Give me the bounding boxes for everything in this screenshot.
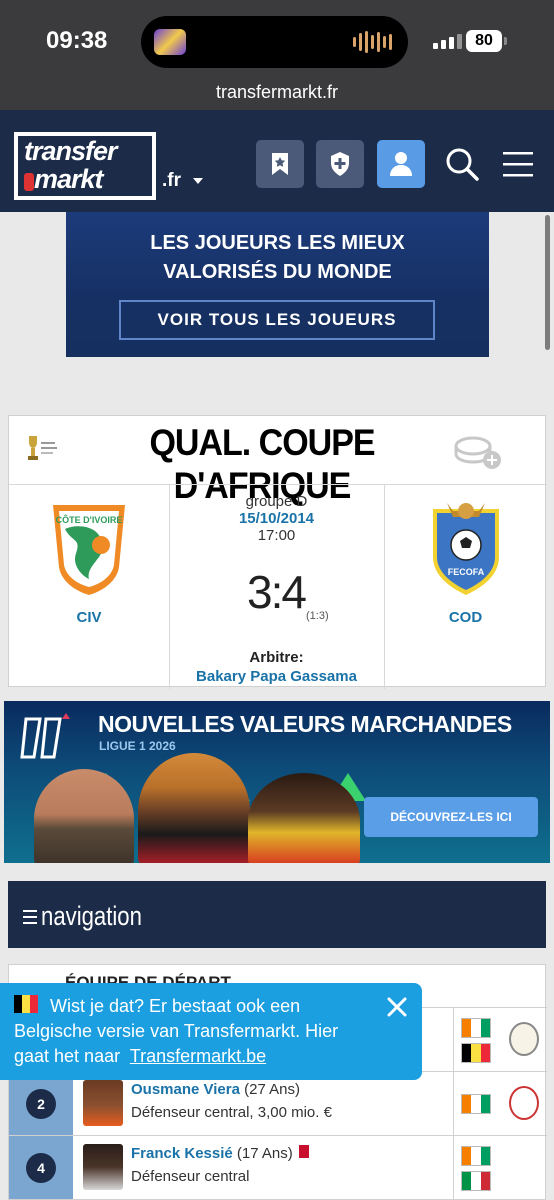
away-team-name[interactable]: COD (384, 609, 547, 626)
dynamic-island (141, 16, 408, 68)
player-position: Défenseur central, 3,00 mio. € (131, 1104, 332, 1121)
final-score: 3:4 (247, 566, 307, 618)
promo-line2: VALORISÉS DU MONDE (163, 261, 392, 283)
club-button[interactable] (316, 140, 364, 188)
promo-line1: LES JOUEURS LES MIEUX (150, 232, 405, 254)
profile-button[interactable] (377, 140, 425, 188)
player-name[interactable]: Ousmane Viera (131, 1081, 240, 1098)
most-valuable-players-banner[interactable]: LES JOUEURS LES MIEUX VALORISÉS DU MONDE… (66, 212, 489, 357)
player-name-line: Franck Kessié (17 Ans) (131, 1145, 309, 1162)
logo-figure-icon (24, 173, 34, 191)
market-values-banner[interactable]: NOUVELLES VALEURS MARCHANDES LIGUE 1 202… (4, 701, 550, 863)
player-photo (34, 769, 134, 863)
home-crest-text: CÔTE D'IVOIRE (56, 514, 123, 525)
ivory-coast-flag-icon (461, 1094, 491, 1114)
navigation-label[interactable]: navigation (41, 901, 142, 932)
match-box: QUAL. COUPE D'AFRIQUE CÔTE D'IVOIRE CIV … (8, 415, 547, 689)
user-icon (390, 152, 412, 176)
view-all-players-button[interactable]: VOIR TOUS LES JOUEURS (119, 300, 435, 340)
ivory-coast-flag-icon (461, 1146, 491, 1166)
player-age: (17 Ans) (236, 1145, 293, 1162)
signal-icon (433, 34, 462, 49)
list-icon (23, 910, 37, 928)
player-photo[interactable] (83, 1080, 123, 1126)
menu-icon (503, 152, 533, 177)
navigation-bar[interactable]: navigation (8, 881, 546, 948)
column-divider (453, 1136, 454, 1199)
stadium-add-icon[interactable] (453, 432, 503, 470)
discover-button[interactable]: DÉCOUVREZ-LES ICI (364, 797, 538, 837)
home-team-name[interactable]: CIV (9, 609, 169, 626)
search-icon (446, 148, 479, 181)
toast-link[interactable]: Transfermarkt.be (130, 1046, 266, 1066)
menu-button[interactable] (496, 140, 540, 188)
watchlist-icon (272, 153, 288, 175)
close-icon[interactable] (386, 996, 408, 1018)
match-details: CÔTE D'IVOIRE CIV groupe D 15/10/2014 17… (9, 484, 547, 689)
market-values-title: NOUVELLES VALEURS MARCHANDES (98, 711, 512, 737)
scrollbar[interactable] (545, 215, 550, 350)
shirt-number: 2 (26, 1089, 56, 1119)
player-name[interactable]: Franck Kessié (131, 1145, 233, 1162)
ivory-coast-crest[interactable]: CÔTE D'IVOIRE (39, 499, 139, 599)
referee-name[interactable]: Bakary Papa Gassama (169, 668, 384, 685)
ivory-coast-flag-icon (461, 1018, 491, 1038)
now-playing-artwork (154, 29, 186, 55)
browser-url-bar[interactable]: transfermarkt.fr (0, 80, 554, 110)
status-bar: 09:38 80 (0, 0, 554, 80)
shield-plus-icon (331, 152, 349, 176)
number-cell: 2 (9, 1072, 73, 1135)
column-divider (384, 485, 385, 689)
red-card-icon (298, 1145, 309, 1158)
caf-competition-logo (28, 436, 57, 460)
chevron-down-icon[interactable] (193, 178, 203, 184)
shirt-number: 4 (26, 1153, 56, 1183)
player-position: Défenseur central (131, 1168, 250, 1185)
column-divider (453, 1008, 454, 1071)
table-row[interactable]: 4 Franck Kessié (17 Ans) Défenseur centr… (9, 1135, 547, 1199)
watchlist-button[interactable] (256, 140, 304, 188)
player-photo[interactable] (83, 1144, 123, 1190)
status-time: 09:38 (46, 27, 108, 54)
search-button[interactable] (440, 140, 484, 188)
column-divider (453, 1072, 454, 1135)
italy-flag-icon (461, 1171, 491, 1191)
ligue1-logo (20, 713, 70, 759)
transfermarkt-logo[interactable]: transfer markt (14, 132, 156, 200)
halftime-score: (1:3) (306, 610, 329, 622)
player-photo (138, 753, 250, 863)
audio-waveform-icon (353, 30, 392, 54)
url-text[interactable]: transfermarkt.fr (0, 82, 554, 103)
away-crest-text: FECOFA (448, 567, 485, 577)
market-values-subtitle: LIGUE 1 2026 (99, 739, 176, 753)
battery-icon (504, 37, 507, 45)
match-date[interactable]: 15/10/2014 (169, 510, 384, 527)
player-name-line: Ousmane Viera (27 Ans) (131, 1081, 300, 1098)
group-label: groupe D (245, 493, 308, 510)
player-photo (248, 773, 360, 863)
belgium-flag-icon (461, 1043, 491, 1063)
player-age: (27 Ans) (244, 1081, 300, 1098)
club-crest-icon[interactable] (509, 1022, 539, 1056)
logo-line2: markt (34, 164, 104, 194)
kickoff-time: 17:00 (257, 527, 296, 544)
table-row[interactable]: 2 Ousmane Viera (27 Ans) Défenseur centr… (9, 1071, 547, 1135)
logo-line1: transfer (24, 136, 118, 166)
referee-label: Arbitre: (249, 649, 304, 666)
toast-message: Wist je dat? Er bestaat ook een Belgisch… (14, 994, 344, 1069)
belgian-site-toast[interactable]: Wist je dat? Er bestaat ook een Belgisch… (0, 983, 422, 1080)
club-crest-icon[interactable] (509, 1086, 539, 1120)
battery-level: 80 (466, 30, 502, 52)
number-cell: 4 (9, 1136, 73, 1199)
dr-congo-crest[interactable]: FECOFA (427, 499, 505, 599)
country-selector[interactable]: .fr (162, 170, 181, 192)
site-header: transfer markt .fr (0, 110, 554, 212)
